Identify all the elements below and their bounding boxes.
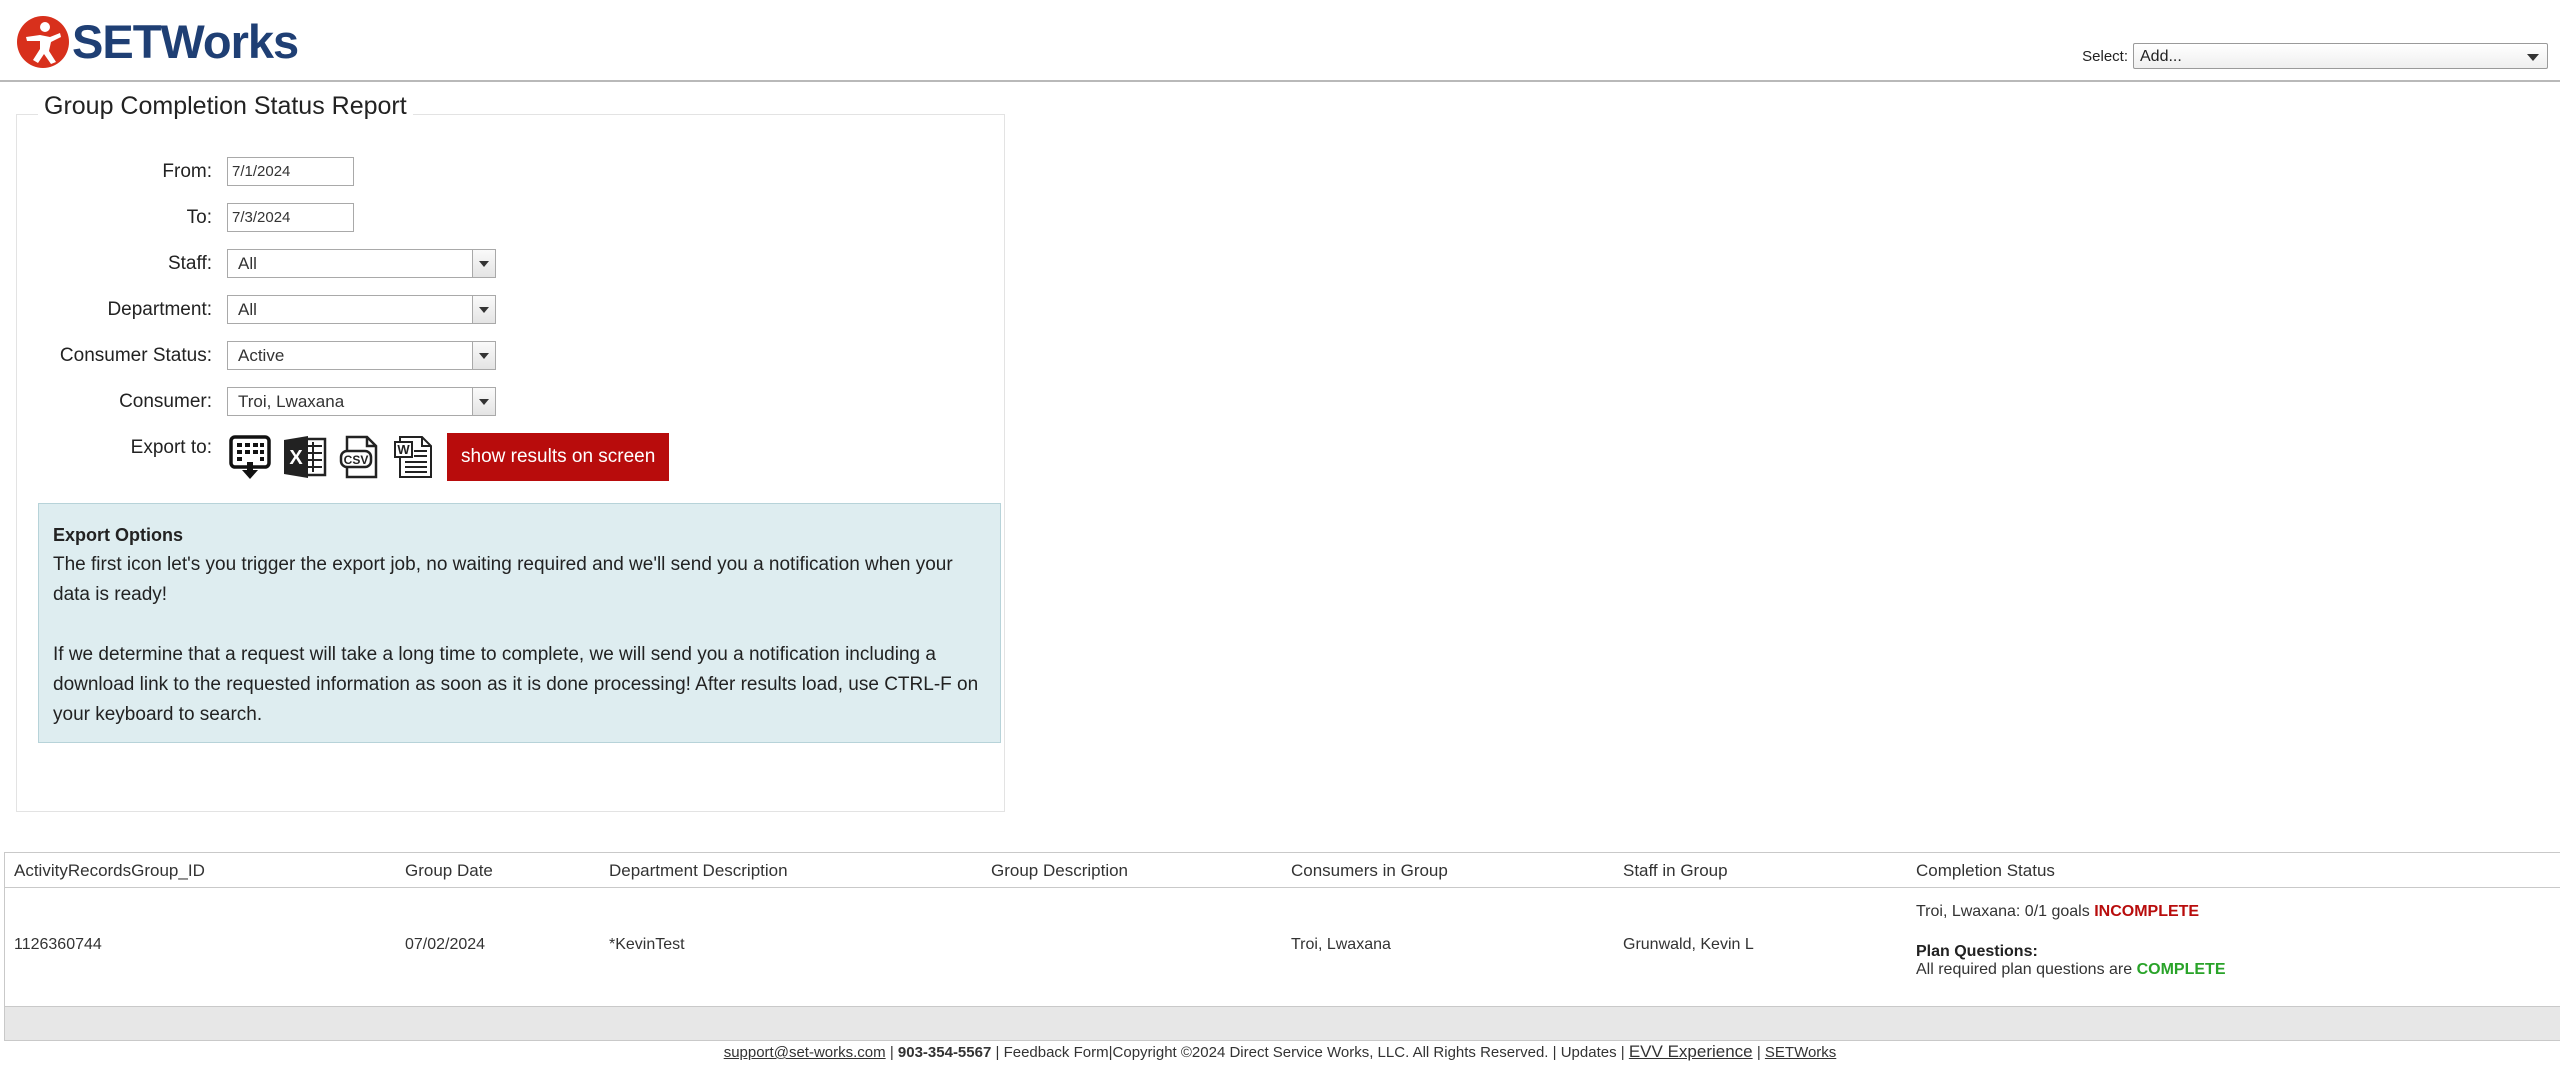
app-header: SETWorks Select: Add... bbox=[0, 0, 2560, 82]
consumer-status-select-value: Active bbox=[238, 346, 285, 365]
info-paragraph-1: The first icon let's you trigger the exp… bbox=[53, 554, 953, 605]
add-select-dropdown[interactable]: Add... bbox=[2133, 43, 2548, 69]
goal-status-line: Troi, Lwaxana: 0/1 goals INCOMPLETE bbox=[1916, 903, 2225, 921]
column-header-date[interactable]: Group Date bbox=[405, 861, 493, 881]
svg-text:X: X bbox=[289, 447, 303, 469]
logo-text: SETWorks bbox=[72, 15, 299, 68]
from-row: From: 7/1/2024 bbox=[17, 157, 354, 186]
evv-experience-link[interactable]: EVV Experience bbox=[1629, 1042, 1753, 1061]
copyright-text: Copyright ©2024 Direct Service Works, LL… bbox=[1112, 1044, 1549, 1061]
add-select-area: Select: Add... bbox=[2082, 43, 2548, 69]
support-phone: 903-354-5567 bbox=[897, 1044, 992, 1061]
column-header-consumers[interactable]: Consumers in Group bbox=[1291, 861, 1448, 881]
department-select[interactable]: All bbox=[227, 295, 496, 324]
show-results-button[interactable]: show results on screen bbox=[447, 433, 670, 481]
chevron-down-icon[interactable] bbox=[472, 250, 495, 277]
csv-icon[interactable]: CSV bbox=[337, 434, 383, 480]
from-label: From: bbox=[162, 160, 212, 182]
column-header-id[interactable]: ActivityRecordsGroup_ID bbox=[14, 861, 205, 881]
consumer-select-value: Troi, Lwaxana bbox=[238, 392, 345, 411]
footer-separator: | bbox=[889, 1044, 898, 1061]
to-date-input[interactable]: 7/3/2024 bbox=[227, 203, 354, 232]
export-row: Export to: X CSV W show results on scree… bbox=[17, 433, 670, 481]
svg-text:W: W bbox=[397, 442, 410, 457]
svg-text:CSV: CSV bbox=[344, 453, 369, 467]
cell-department: *KevinTest bbox=[609, 936, 685, 953]
footer-separator: | bbox=[995, 1044, 1004, 1061]
footer-separator: | bbox=[1552, 1044, 1561, 1061]
table-header: ActivityRecordsGroup_ID Group Date Depar… bbox=[5, 853, 2560, 888]
chevron-down-icon[interactable] bbox=[472, 342, 495, 369]
page-title: Group Completion Status Report bbox=[38, 92, 413, 121]
staff-select[interactable]: All bbox=[227, 249, 496, 278]
add-select-value: Add... bbox=[2140, 48, 2182, 65]
staff-label: Staff: bbox=[167, 252, 212, 274]
complete-badge: COMPLETE bbox=[2136, 961, 2226, 978]
setworks-logo[interactable]: SETWorks bbox=[16, 14, 299, 69]
footer-separator: | bbox=[1756, 1044, 1765, 1061]
setworks-link[interactable]: SETWorks bbox=[1765, 1044, 1836, 1061]
department-label: Department: bbox=[107, 298, 212, 320]
department-row: Department: All bbox=[17, 295, 496, 324]
column-header-status[interactable]: Completion Status bbox=[1916, 861, 2055, 881]
info-paragraph-2: If we determine that a request will take… bbox=[53, 644, 979, 725]
table-row: 1126360744 07/02/2024 *KevinTest Troi, L… bbox=[5, 889, 2560, 999]
consumer-status-select[interactable]: Active bbox=[227, 341, 496, 370]
logo-figure-icon bbox=[17, 15, 69, 68]
plan-questions-label: Plan Questions: bbox=[1916, 943, 2038, 960]
plan-status-prefix: All required plan questions are bbox=[1916, 961, 2133, 978]
cell-status: Troi, Lwaxana: 0/1 goals INCOMPLETE Plan… bbox=[1916, 903, 2225, 979]
updates-link[interactable]: Updates bbox=[1561, 1044, 1617, 1061]
export-options-info: Export Options The first icon let's you … bbox=[38, 503, 1001, 743]
consumer-row: Consumer: Troi, Lwaxana bbox=[17, 387, 496, 416]
incomplete-badge: INCOMPLETE bbox=[2094, 903, 2200, 920]
select-label: Select: bbox=[2082, 47, 2128, 65]
column-header-group[interactable]: Group Description bbox=[991, 861, 1128, 881]
support-email-link[interactable]: support@set-works.com bbox=[724, 1044, 886, 1061]
to-label: To: bbox=[186, 206, 212, 228]
report-panel: Group Completion Status Report From: 7/1… bbox=[16, 92, 1005, 812]
department-select-value: All bbox=[238, 300, 257, 319]
word-icon[interactable]: W bbox=[392, 434, 438, 480]
export-label: Export to: bbox=[130, 437, 212, 458]
export-icons: X CSV W show results on screen bbox=[227, 433, 670, 481]
to-row: To: 7/3/2024 bbox=[17, 203, 354, 232]
chevron-down-icon bbox=[2527, 54, 2539, 61]
consumer-select[interactable]: Troi, Lwaxana bbox=[227, 387, 496, 416]
excel-icon[interactable]: X bbox=[282, 434, 328, 480]
goal-status-prefix: Troi, Lwaxana: 0/1 goals bbox=[1916, 903, 2090, 920]
staff-row: Staff: All bbox=[17, 249, 496, 278]
cell-staff: Grunwald, Kevin L bbox=[1623, 936, 1754, 953]
column-header-department[interactable]: Department Description bbox=[609, 861, 788, 881]
page-footer: support@set-works.com | 903-354-5567 | F… bbox=[0, 1042, 2560, 1062]
consumer-status-label: Consumer Status: bbox=[59, 344, 212, 366]
column-header-staff[interactable]: Staff in Group bbox=[1623, 861, 1728, 881]
plan-status-line: All required plan questions are COMPLETE bbox=[1916, 961, 2225, 979]
staff-select-value: All bbox=[238, 254, 257, 273]
results-table: ActivityRecordsGroup_ID Group Date Depar… bbox=[4, 852, 2560, 1041]
consumer-status-row: Consumer Status: Active bbox=[17, 341, 496, 370]
footer-separator: | bbox=[1620, 1044, 1629, 1061]
info-heading: Export Options bbox=[53, 525, 183, 545]
cell-id: 1126360744 bbox=[14, 936, 102, 953]
consumer-label: Consumer: bbox=[119, 390, 212, 412]
feedback-form-link[interactable]: Feedback Form bbox=[1004, 1044, 1109, 1061]
table-footer-bar bbox=[5, 1006, 2560, 1040]
background-export-icon[interactable] bbox=[227, 434, 273, 480]
cell-consumers: Troi, Lwaxana bbox=[1291, 936, 1391, 953]
chevron-down-icon[interactable] bbox=[472, 296, 495, 323]
cell-date: 07/02/2024 bbox=[405, 936, 486, 953]
from-date-input[interactable]: 7/1/2024 bbox=[227, 157, 354, 186]
chevron-down-icon[interactable] bbox=[472, 388, 495, 415]
